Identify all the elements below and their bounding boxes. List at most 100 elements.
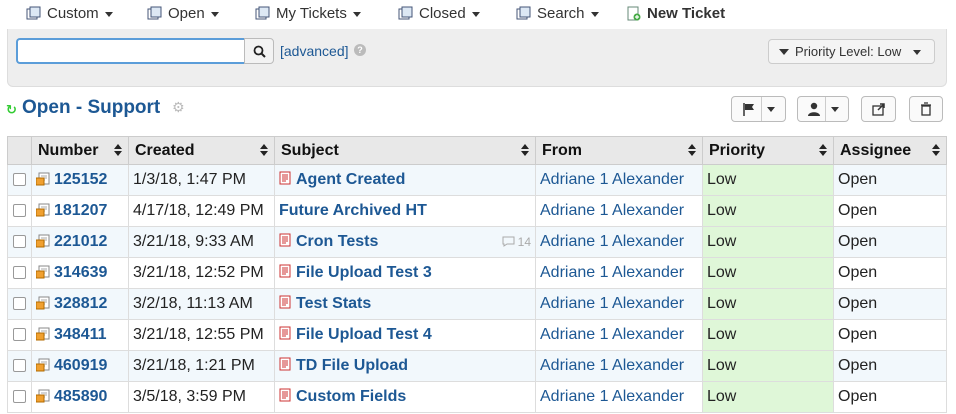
new-ticket-icon (626, 6, 641, 21)
table-row[interactable]: 485890 3/5/18, 3:59 PM Custom Fields Adrian… (7, 381, 947, 413)
row-checkbox-cell (7, 350, 32, 382)
subject-link[interactable]: Custom Fields (296, 388, 406, 405)
row-checkbox[interactable] (13, 235, 26, 249)
subject-cell: 14 Cron Tests (274, 226, 536, 258)
refresh-icon[interactable]: ↻ (6, 102, 17, 118)
column-header-label: Number (38, 141, 99, 159)
row-checkbox-cell (7, 381, 32, 413)
select-all-header (7, 136, 32, 165)
ticket-number-link[interactable]: 125152 (54, 171, 107, 188)
column-header-priority[interactable]: Priority (702, 136, 834, 165)
table-row[interactable]: 125152 1/3/18, 1:47 PM Agent Created Adrian… (7, 164, 947, 196)
row-checkbox[interactable] (13, 297, 26, 311)
advanced-search-link[interactable]: [advanced] (280, 43, 349, 59)
ticket-number-link[interactable]: 348411 (54, 326, 107, 343)
created-cell: 1/3/18, 1:47 PM (128, 164, 275, 196)
ticket-icon (36, 358, 50, 372)
row-checkbox[interactable] (13, 173, 26, 187)
column-header-subject[interactable]: Subject (274, 136, 536, 165)
subject-link[interactable]: Test Stats (296, 295, 371, 312)
column-header-label: From (542, 141, 582, 159)
from-link[interactable]: Adriane 1 Alexander (540, 171, 684, 188)
assignee-cell: Open (833, 195, 947, 227)
table-row[interactable]: 181207 4/17/18, 12:49 PM Future Archived H… (7, 195, 947, 227)
assignee-cell: Open (833, 381, 947, 413)
ticket-number-link[interactable]: 221012 (54, 233, 107, 250)
search-button[interactable] (244, 38, 274, 64)
ticket-icon (36, 234, 50, 248)
help-icon[interactable]: ? (354, 44, 366, 56)
queue-title[interactable]: Open - Support (22, 97, 160, 119)
row-checkbox[interactable] (13, 359, 26, 373)
chevron-down-icon (913, 50, 922, 55)
from-link[interactable]: Adriane 1 Alexander (540, 295, 684, 312)
queue-icon (255, 6, 270, 21)
trash-icon (921, 102, 931, 116)
ticket-number-link[interactable]: 181207 (54, 202, 107, 219)
nav-custom[interactable]: Custom (26, 5, 113, 22)
subject-link[interactable]: File Upload Test 3 (296, 264, 432, 281)
row-checkbox[interactable] (13, 266, 26, 280)
from-cell: Adriane 1 Alexander (535, 319, 703, 351)
nav-search[interactable]: Search (516, 5, 599, 22)
nav-my-tickets[interactable]: My Tickets (255, 5, 361, 22)
table-row[interactable]: 460919 3/21/18, 1:21 PM TD File Upload Adri… (7, 350, 947, 382)
column-header-from[interactable]: From (535, 136, 703, 165)
table-row[interactable]: 328812 3/2/18, 11:13 AM Test Stats Adriane … (7, 288, 947, 320)
from-link[interactable]: Adriane 1 Alexander (540, 264, 684, 281)
number-cell: 348411 (31, 319, 129, 351)
from-link[interactable]: Adriane 1 Alexander (540, 326, 684, 343)
ticket-number-link[interactable]: 328812 (54, 295, 107, 312)
flag-button[interactable] (731, 96, 786, 122)
subject-cell: Agent Created (274, 164, 536, 196)
from-link[interactable]: Adriane 1 Alexander (540, 233, 684, 250)
table-row[interactable]: 348411 3/21/18, 12:55 PM File Upload Test … (7, 319, 947, 351)
nav-open-label: Open (168, 5, 205, 22)
row-checkbox[interactable] (13, 204, 26, 218)
table-row[interactable]: 314639 3/21/18, 12:52 PM File Upload Test … (7, 257, 947, 289)
assignee-cell: Open (833, 164, 947, 196)
from-link[interactable]: Adriane 1 Alexander (540, 202, 684, 219)
subject-link[interactable]: File Upload Test 4 (296, 326, 432, 343)
ticket-number-link[interactable]: 460919 (54, 357, 107, 374)
subject-cell: Custom Fields (274, 381, 536, 413)
row-checkbox-cell (7, 226, 32, 258)
row-checkbox[interactable] (13, 328, 26, 342)
subject-link[interactable]: Future Archived HT (279, 202, 427, 219)
page-icon (279, 171, 291, 185)
transfer-button[interactable] (861, 96, 896, 122)
column-header-assignee[interactable]: Assignee (833, 136, 947, 165)
chevron-down-icon (590, 12, 599, 17)
ticket-icon (36, 296, 50, 310)
gear-icon[interactable]: ⚙ (172, 99, 185, 116)
row-checkbox-cell (7, 319, 32, 351)
nav-closed[interactable]: Closed (398, 5, 480, 22)
table-row[interactable]: 221012 3/21/18, 9:33 AM 14 Cron Tests Adrian… (7, 226, 947, 258)
ticket-number-link[interactable]: 485890 (54, 388, 107, 405)
assign-button[interactable] (797, 96, 849, 122)
nav-open[interactable]: Open (147, 5, 219, 22)
sort-icon (260, 144, 268, 156)
subject-cell: TD File Upload (274, 350, 536, 382)
from-link[interactable]: Adriane 1 Alexander (540, 388, 684, 405)
assignee-cell: Open (833, 319, 947, 351)
ticket-number-link[interactable]: 314639 (54, 264, 107, 281)
nav-new-ticket[interactable]: New Ticket (626, 5, 725, 22)
nav-custom-label: Custom (47, 5, 99, 22)
subject-link[interactable]: Cron Tests (296, 233, 378, 250)
number-cell: 328812 (31, 288, 129, 320)
chevron-down-icon (210, 12, 219, 17)
subject-link[interactable]: TD File Upload (296, 357, 408, 374)
chevron-down-icon (767, 106, 775, 112)
search-input[interactable] (16, 38, 245, 64)
column-header-number[interactable]: Number (31, 136, 129, 165)
row-checkbox[interactable] (13, 390, 26, 404)
column-header-created[interactable]: Created (128, 136, 275, 165)
page-icon (279, 295, 291, 309)
from-link[interactable]: Adriane 1 Alexander (540, 357, 684, 374)
delete-button[interactable] (909, 96, 943, 122)
subject-link[interactable]: Agent Created (296, 171, 405, 188)
divider (824, 97, 826, 121)
from-cell: Adriane 1 Alexander (535, 350, 703, 382)
priority-filter-dropdown[interactable]: Priority Level: Low (768, 39, 935, 64)
